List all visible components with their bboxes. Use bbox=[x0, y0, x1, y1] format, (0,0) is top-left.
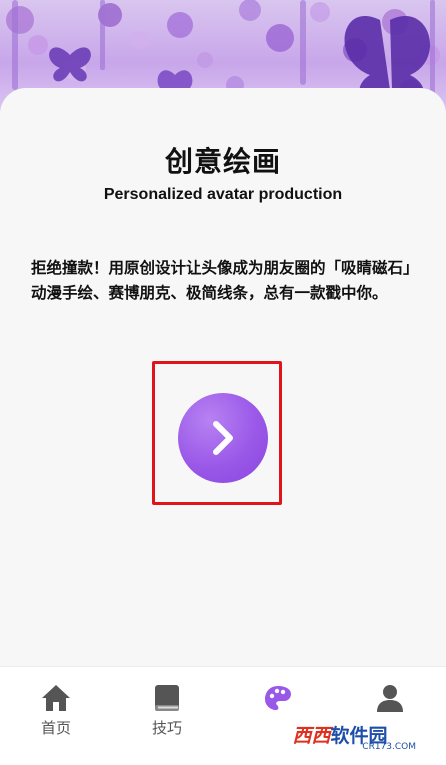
start-button[interactable] bbox=[178, 393, 268, 483]
watermark-brand-red: 西西 bbox=[292, 725, 331, 747]
nav-label-home: 首页 bbox=[40, 719, 71, 737]
user-icon bbox=[377, 685, 403, 712]
page-title: 创意绘画 bbox=[164, 145, 281, 178]
watermark-url: CR173.COM bbox=[362, 742, 416, 752]
watermark-logo: 西西软件园 CR173.COM bbox=[250, 712, 430, 756]
book-icon bbox=[155, 685, 179, 711]
nav-item-home[interactable]: 首页 bbox=[16, 683, 96, 738]
chevron-right-icon bbox=[213, 421, 233, 455]
palette-icon bbox=[265, 686, 291, 710]
home-icon bbox=[42, 685, 70, 711]
page-subtitle: Personalized avatar production bbox=[103, 186, 343, 203]
content-card: 创意绘画 Personalized avatar production 拒绝撞款… bbox=[0, 88, 446, 666]
nav-item-tips[interactable]: 技巧 bbox=[127, 683, 207, 738]
intro-description: 拒绝撞款！用原创设计让头像成为朋友圈的「吸睛磁石」 动漫手绘、赛博朋克、极简线条… bbox=[31, 259, 419, 302]
nav-label-tips: 技巧 bbox=[151, 719, 182, 737]
